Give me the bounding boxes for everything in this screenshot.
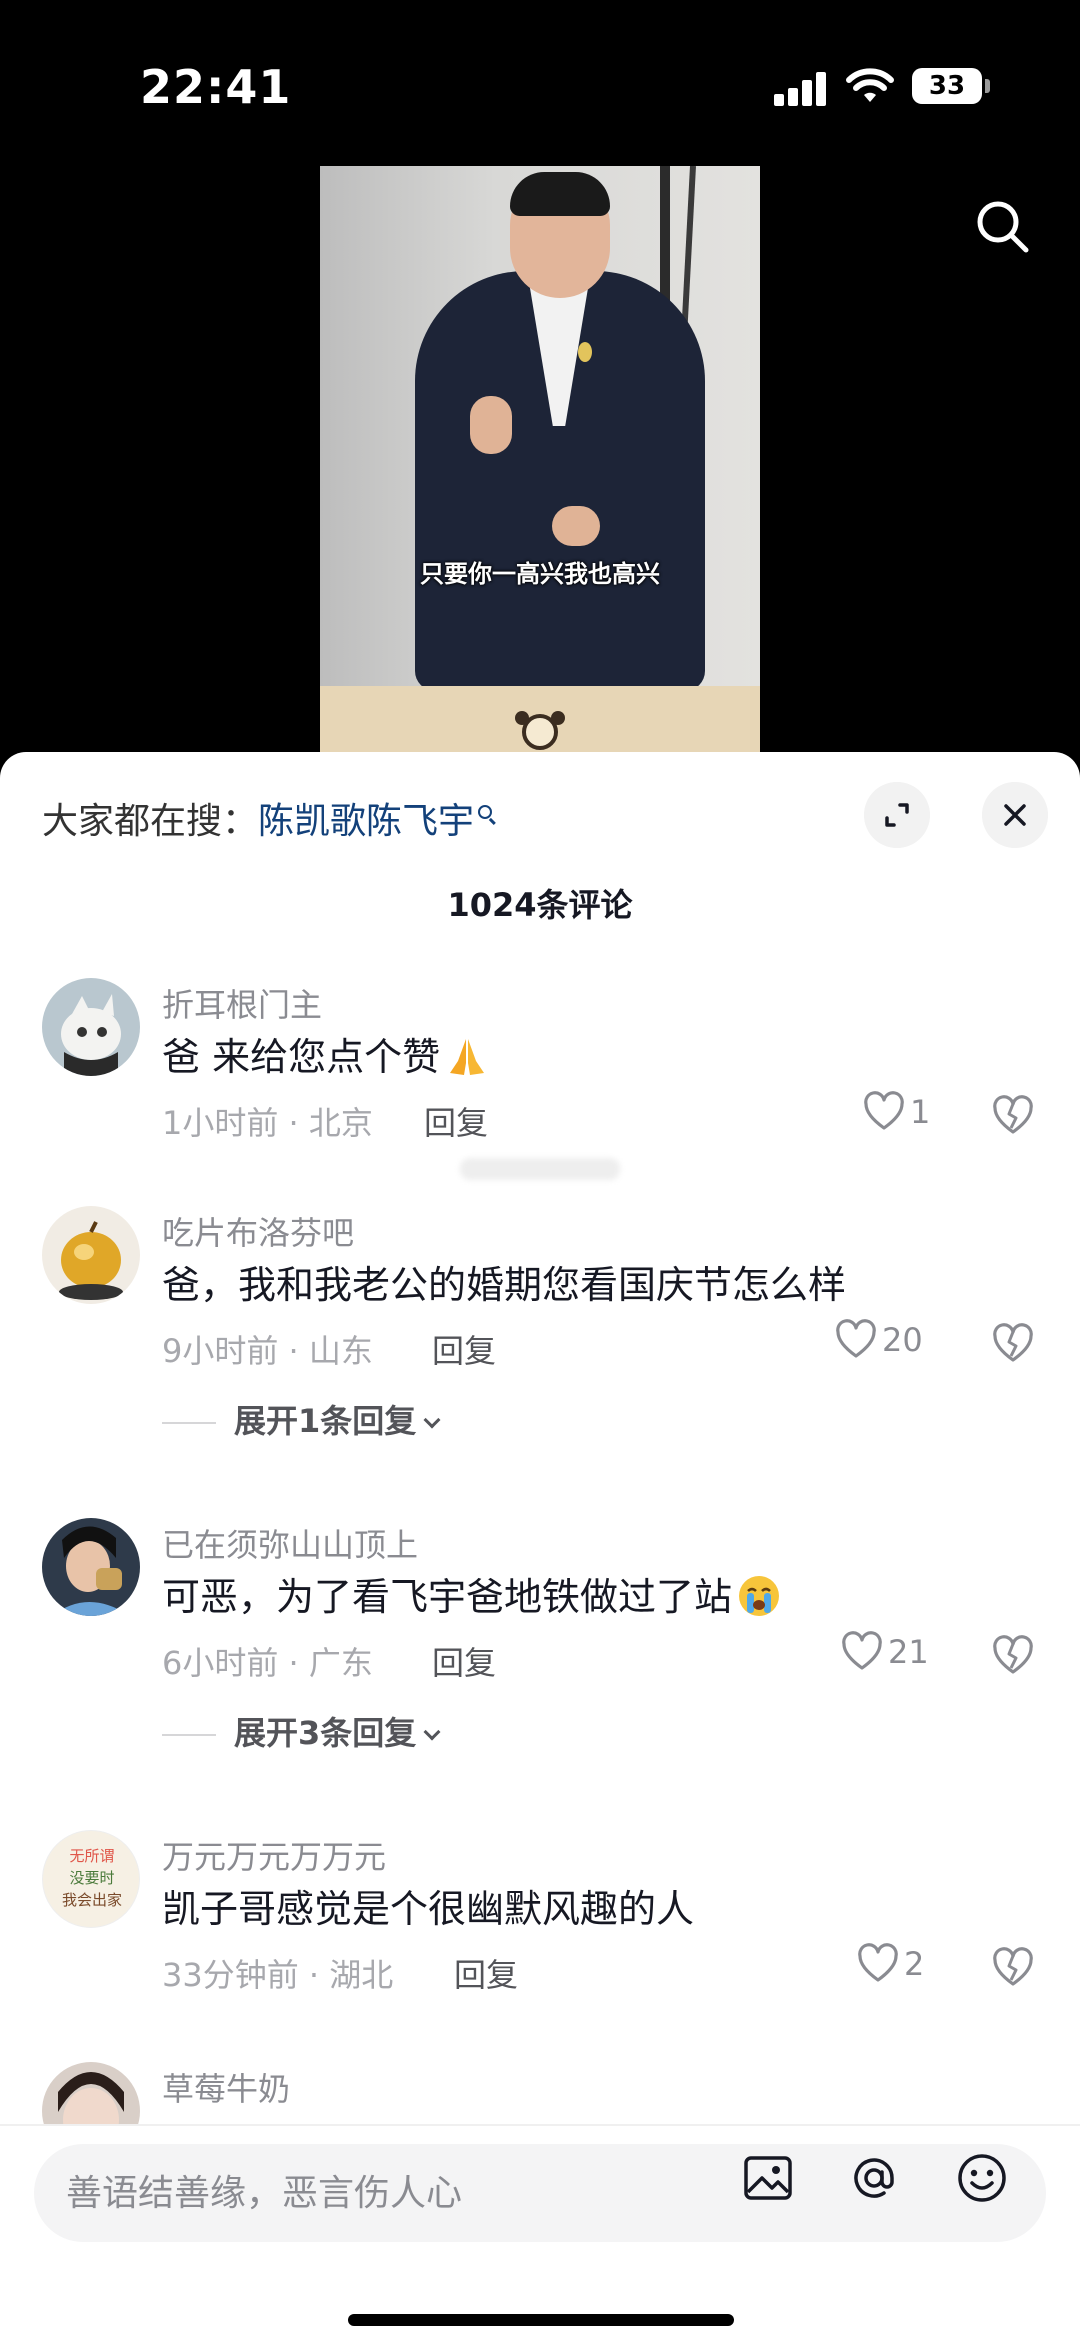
chevron-down-icon bbox=[423, 1411, 441, 1429]
heart-icon bbox=[864, 1091, 904, 1130]
emoji-icon[interactable] bbox=[954, 2150, 1010, 2206]
like-button[interactable]: 1 bbox=[862, 1090, 930, 1140]
speaker-hand bbox=[552, 506, 600, 546]
dislike-icon[interactable] bbox=[990, 1092, 1036, 1138]
comment-body: 爸 来给您点个赞 bbox=[162, 1035, 441, 1079]
divider-line bbox=[162, 1422, 216, 1424]
scroll-ghost bbox=[460, 1158, 620, 1180]
comment-username[interactable]: 已在须弥山山顶上 bbox=[162, 1520, 418, 1566]
like-count: 1 bbox=[910, 1093, 931, 1131]
comment-text: 爸 来给您点个赞 bbox=[162, 1026, 490, 1083]
expand-replies-label: 展开1条回复 bbox=[234, 1402, 417, 1440]
like-button[interactable]: 21 bbox=[840, 1630, 929, 1680]
dislike-icon[interactable] bbox=[990, 1320, 1036, 1366]
comment-text: 凯子哥感觉是个很幽默风趣的人 bbox=[162, 1887, 695, 1931]
wifi-icon bbox=[846, 68, 894, 102]
at-icon[interactable] bbox=[846, 2150, 902, 2206]
avatar-text-line: 没要时 bbox=[69, 1869, 114, 1887]
comment-username[interactable]: 折耳根门主 bbox=[162, 980, 322, 1026]
comment-username[interactable]: 吃片布洛芬吧 bbox=[162, 1208, 354, 1254]
hot-search-label: 大家都在搜： bbox=[42, 801, 259, 842]
dislike-icon[interactable] bbox=[990, 1632, 1036, 1678]
cellular-signal-icon bbox=[774, 72, 828, 106]
reply-button[interactable]: 回复 bbox=[432, 1638, 496, 1684]
comment-count: 1024条评论 bbox=[447, 886, 633, 924]
chevron-down-icon bbox=[423, 1723, 441, 1741]
dislike-icon[interactable] bbox=[990, 1944, 1036, 1990]
comment-meta: 6小时前 · 广东 bbox=[162, 1644, 373, 1682]
lapel-pin bbox=[578, 342, 592, 362]
comment-username[interactable]: 万元万元万万元 bbox=[162, 1832, 386, 1878]
expand-replies-label: 展开3条回复 bbox=[234, 1714, 417, 1752]
avatar[interactable] bbox=[42, 1206, 140, 1304]
close-icon[interactable] bbox=[982, 782, 1048, 848]
hot-search-keyword[interactable]: 陈凯歌陈飞宇 bbox=[258, 801, 474, 842]
video-subtitle: 只要你一高兴我也高兴 bbox=[420, 559, 660, 588]
like-button[interactable]: 2 bbox=[856, 1942, 924, 1992]
search-icon[interactable] bbox=[970, 194, 1036, 260]
status-time: 22:41 bbox=[140, 60, 292, 114]
hot-search-bar[interactable]: 大家都在搜：陈凯歌陈飞宇 bbox=[42, 792, 493, 844]
reply-button[interactable]: 回复 bbox=[432, 1326, 496, 1372]
expand-replies-button[interactable]: 展开1条回复 bbox=[162, 1396, 441, 1442]
pray-emoji-icon bbox=[450, 1038, 485, 1075]
comment-input[interactable] bbox=[66, 2144, 746, 2242]
reply-button[interactable]: 回复 bbox=[424, 1098, 488, 1144]
image-icon[interactable] bbox=[740, 2150, 796, 2206]
battery-indicator: 33 bbox=[912, 68, 990, 104]
speaker-hair bbox=[510, 172, 610, 216]
comment-text: 爸，我和我老公的婚期您看国庆节怎么样 bbox=[162, 1263, 847, 1307]
small-search-icon bbox=[478, 805, 493, 819]
avatar-text-line: 无所谓 bbox=[69, 1847, 114, 1865]
heart-icon bbox=[842, 1631, 882, 1670]
home-indicator[interactable] bbox=[348, 2314, 734, 2326]
video-frame[interactable]: 只要你一高兴我也高兴 bbox=[320, 166, 760, 766]
comment-text: 可恶，为了看飞宇爸地铁做过了站 bbox=[162, 1566, 782, 1623]
heart-icon bbox=[858, 1943, 898, 1982]
crying-emoji-icon bbox=[739, 1575, 780, 1616]
comment-body: 可恶，为了看飞宇爸地铁做过了站 bbox=[162, 1575, 733, 1619]
like-count: 20 bbox=[882, 1321, 923, 1359]
avatar[interactable] bbox=[42, 1518, 140, 1616]
reply-button[interactable]: 回复 bbox=[454, 1950, 518, 1996]
comment-meta: 1小时前 · 北京 bbox=[162, 1104, 373, 1142]
expand-icon[interactable] bbox=[864, 782, 930, 848]
comments-sheet: 大家都在搜：陈凯歌陈飞宇 1024条评论 折耳根门主 爸 来给您点个赞 1小时前… bbox=[0, 752, 1080, 2348]
like-count: 2 bbox=[904, 1945, 925, 1983]
comment-meta: 9小时前 · 山东 bbox=[162, 1332, 373, 1370]
comment-meta: 33分钟前 · 湖北 bbox=[162, 1956, 394, 1994]
panda-logo-icon bbox=[515, 711, 565, 750]
speaker-hand bbox=[470, 396, 512, 454]
comment-username[interactable]: 草莓牛奶 bbox=[162, 2064, 290, 2110]
status-bar: 22:41 33 bbox=[0, 0, 1080, 150]
expand-replies-button[interactable]: 展开3条回复 bbox=[162, 1708, 441, 1754]
heart-icon bbox=[836, 1319, 876, 1358]
avatar[interactable]: 无所谓 没要时 我会出家 bbox=[42, 1830, 140, 1928]
divider-line bbox=[162, 1734, 216, 1736]
avatar-text-line: 我会出家 bbox=[62, 1891, 122, 1909]
like-count: 21 bbox=[888, 1633, 929, 1671]
like-button[interactable]: 20 bbox=[834, 1318, 923, 1368]
avatar[interactable] bbox=[42, 978, 140, 1076]
comment-input-bar bbox=[0, 2124, 1080, 2348]
